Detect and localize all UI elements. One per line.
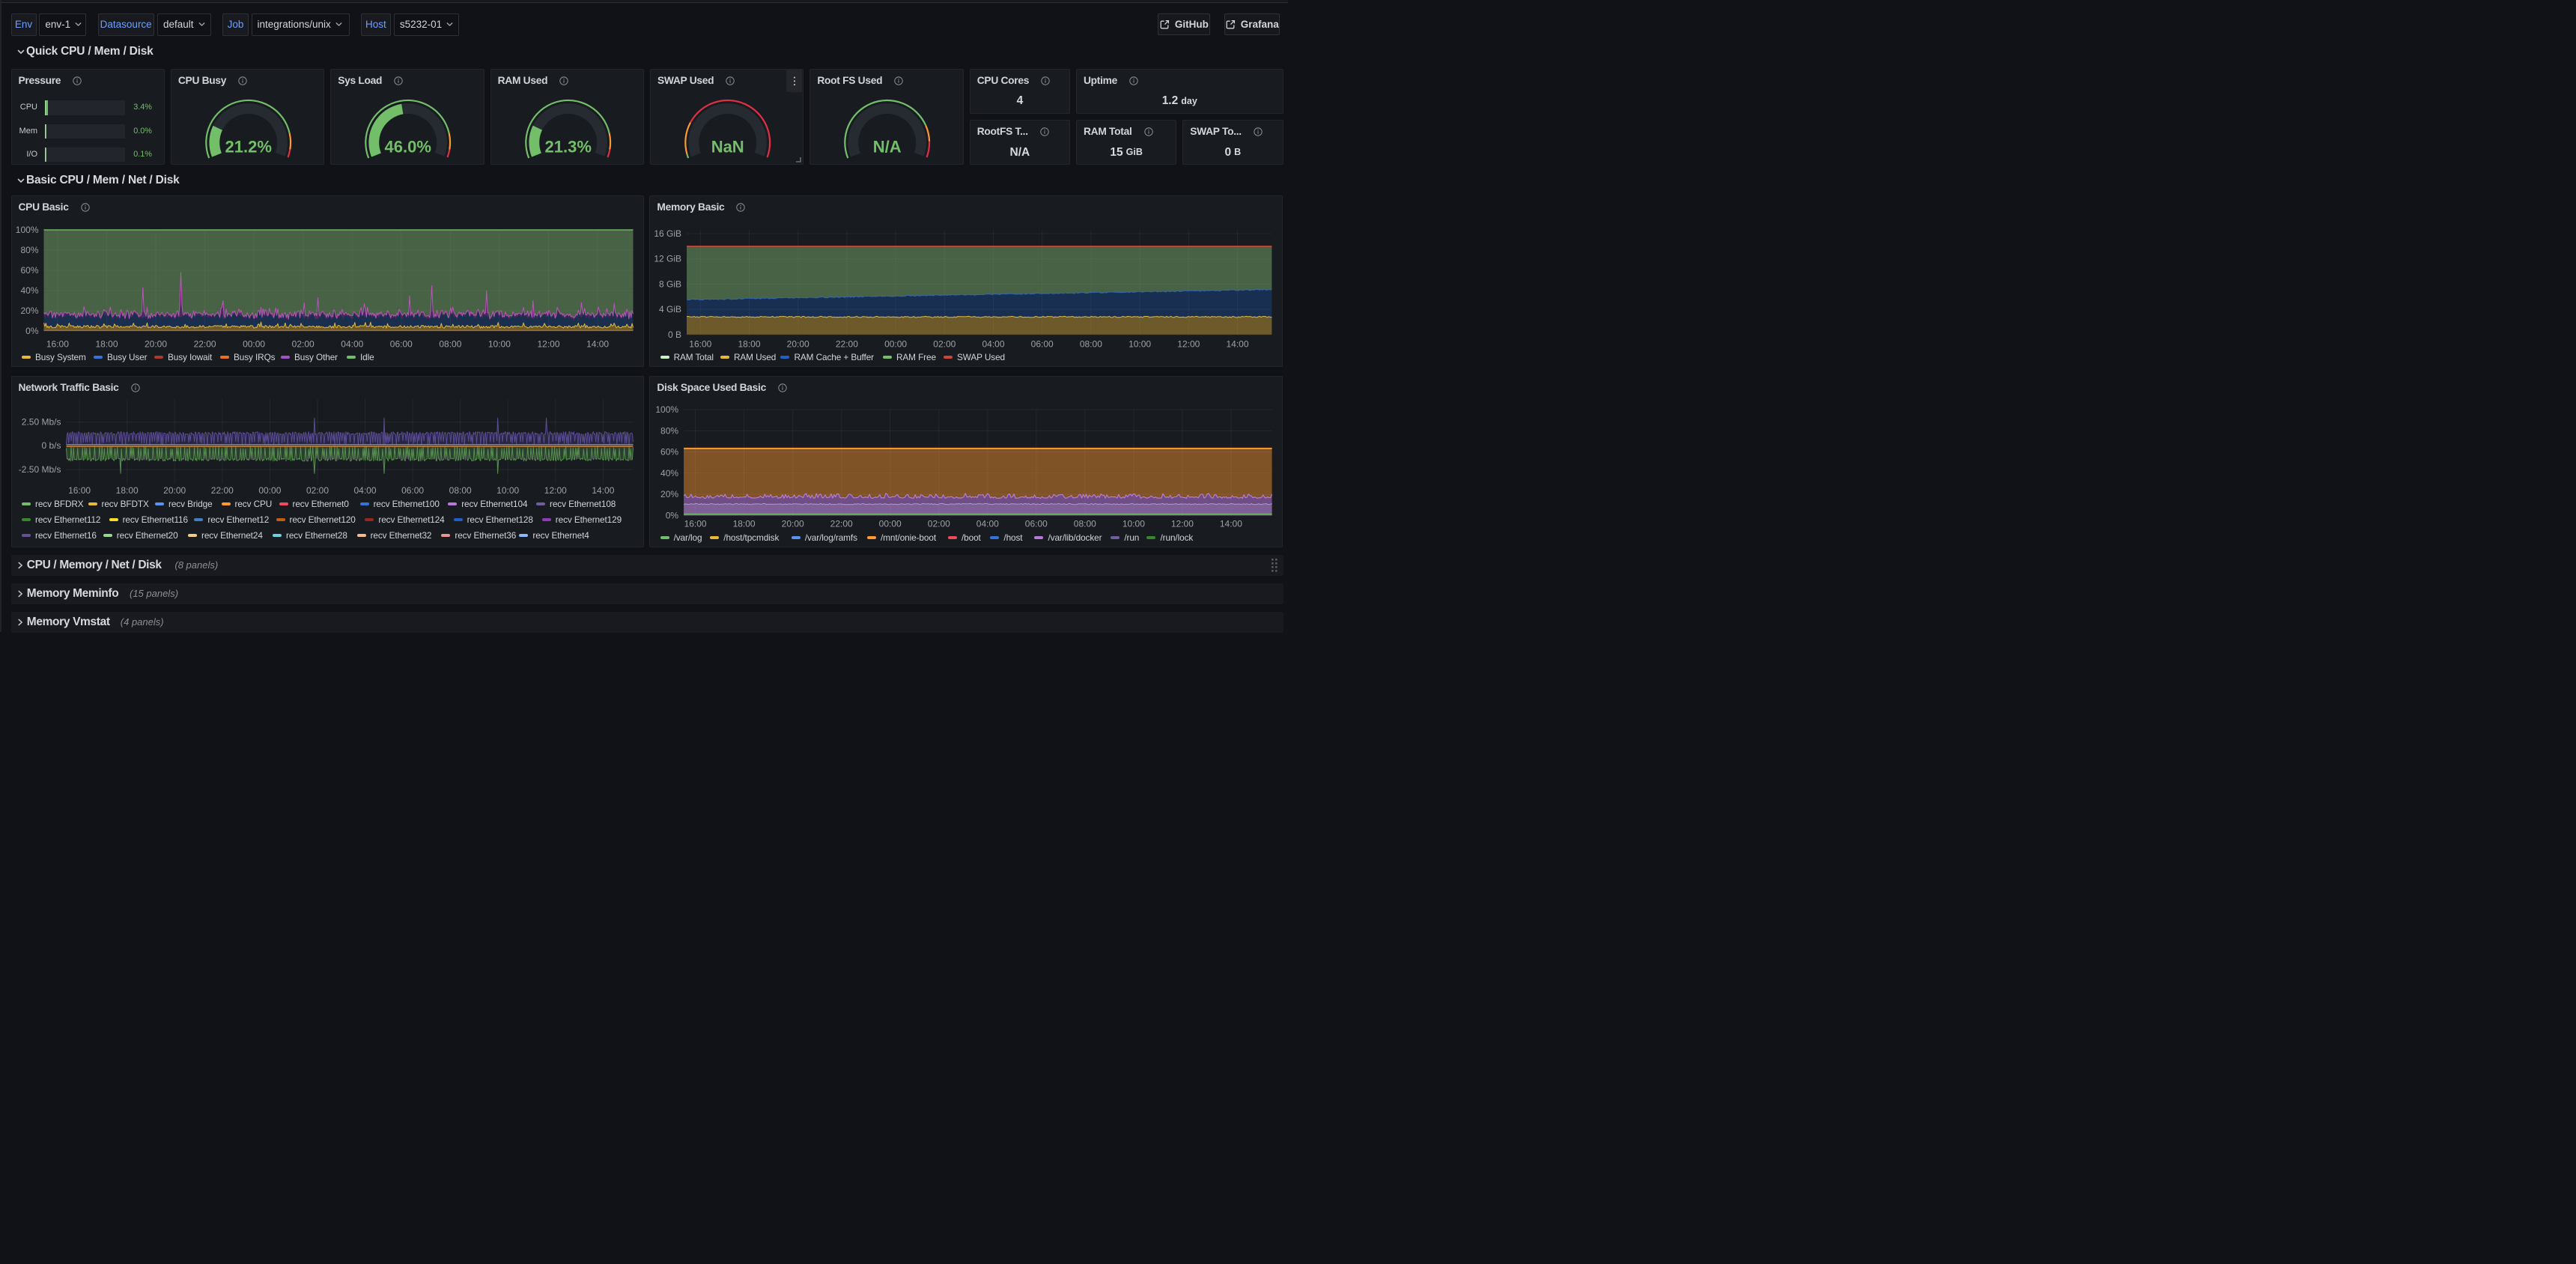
svg-text:22:00: 22:00 — [193, 339, 216, 350]
svg-text:100%: 100% — [15, 225, 38, 235]
svg-text:100%: 100% — [656, 404, 679, 415]
svg-text:04:00: 04:00 — [982, 339, 1005, 350]
svg-text:80%: 80% — [20, 245, 38, 255]
svg-text:20:00: 20:00 — [144, 339, 166, 350]
svg-text:12:00: 12:00 — [1178, 339, 1200, 350]
svg-text:14:00: 14:00 — [1220, 518, 1242, 529]
svg-text:00:00: 00:00 — [879, 518, 902, 529]
svg-text:60%: 60% — [660, 446, 678, 457]
svg-text:40%: 40% — [660, 467, 678, 478]
svg-text:04:00: 04:00 — [341, 339, 363, 350]
svg-text:04:00: 04:00 — [976, 518, 999, 529]
svg-text:12:00: 12:00 — [544, 484, 566, 495]
svg-text:4 GiB: 4 GiB — [659, 304, 681, 315]
svg-text:0%: 0% — [666, 510, 679, 520]
svg-text:22:00: 22:00 — [210, 484, 233, 495]
svg-text:02:00: 02:00 — [928, 518, 950, 529]
svg-text:20%: 20% — [20, 306, 38, 316]
svg-text:00:00: 00:00 — [243, 339, 265, 350]
svg-text:20:00: 20:00 — [782, 518, 804, 529]
svg-text:16:00: 16:00 — [690, 339, 712, 350]
svg-text:14:00: 14:00 — [1227, 339, 1249, 350]
svg-text:2.50 Mb/s: 2.50 Mb/s — [21, 416, 61, 427]
svg-text:20:00: 20:00 — [787, 339, 809, 350]
svg-text:10:00: 10:00 — [1123, 518, 1145, 529]
svg-text:06:00: 06:00 — [389, 339, 412, 350]
svg-text:18:00: 18:00 — [95, 339, 118, 350]
svg-text:10:00: 10:00 — [487, 339, 510, 350]
svg-text:14:00: 14:00 — [586, 339, 609, 350]
svg-text:08:00: 08:00 — [439, 339, 461, 350]
svg-text:00:00: 00:00 — [258, 484, 281, 495]
svg-text:04:00: 04:00 — [353, 484, 376, 495]
svg-text:21.3%: 21.3% — [544, 137, 591, 156]
svg-text:02:00: 02:00 — [934, 339, 956, 350]
svg-text:10:00: 10:00 — [1128, 339, 1151, 350]
svg-text:22:00: 22:00 — [836, 339, 858, 350]
svg-text:0 b/s: 0 b/s — [41, 440, 61, 450]
svg-text:02:00: 02:00 — [306, 484, 328, 495]
svg-text:20:00: 20:00 — [163, 484, 186, 495]
svg-text:12:00: 12:00 — [537, 339, 559, 350]
svg-text:06:00: 06:00 — [1025, 518, 1048, 529]
svg-text:02:00: 02:00 — [291, 339, 314, 350]
svg-text:60%: 60% — [20, 265, 38, 276]
svg-text:12 GiB: 12 GiB — [654, 254, 682, 264]
svg-text:18:00: 18:00 — [733, 518, 756, 529]
svg-text:16 GiB: 16 GiB — [654, 228, 682, 239]
svg-text:08:00: 08:00 — [1074, 518, 1096, 529]
svg-text:8 GiB: 8 GiB — [659, 279, 681, 290]
svg-text:14:00: 14:00 — [592, 484, 614, 495]
svg-text:16:00: 16:00 — [684, 518, 707, 529]
svg-text:18:00: 18:00 — [115, 484, 138, 495]
svg-text:12:00: 12:00 — [1171, 518, 1194, 529]
svg-text:08:00: 08:00 — [1080, 339, 1102, 350]
svg-text:0 B: 0 B — [668, 329, 681, 340]
svg-text:16:00: 16:00 — [46, 339, 68, 350]
svg-text:06:00: 06:00 — [1031, 339, 1054, 350]
svg-text:-2.50 Mb/s: -2.50 Mb/s — [18, 464, 61, 475]
svg-text:00:00: 00:00 — [884, 339, 907, 350]
svg-text:0%: 0% — [25, 326, 39, 336]
svg-text:46.0%: 46.0% — [385, 137, 431, 156]
svg-text:06:00: 06:00 — [401, 484, 424, 495]
svg-text:16:00: 16:00 — [68, 484, 91, 495]
svg-text:22:00: 22:00 — [830, 518, 853, 529]
svg-text:40%: 40% — [20, 285, 38, 296]
svg-text:08:00: 08:00 — [449, 484, 471, 495]
svg-text:20%: 20% — [660, 489, 678, 499]
svg-text:21.2%: 21.2% — [225, 137, 271, 156]
svg-text:10:00: 10:00 — [496, 484, 519, 495]
svg-text:18:00: 18:00 — [738, 339, 761, 350]
svg-text:NaN: NaN — [711, 137, 744, 156]
svg-text:80%: 80% — [660, 425, 678, 436]
svg-text:N/A: N/A — [873, 137, 902, 156]
